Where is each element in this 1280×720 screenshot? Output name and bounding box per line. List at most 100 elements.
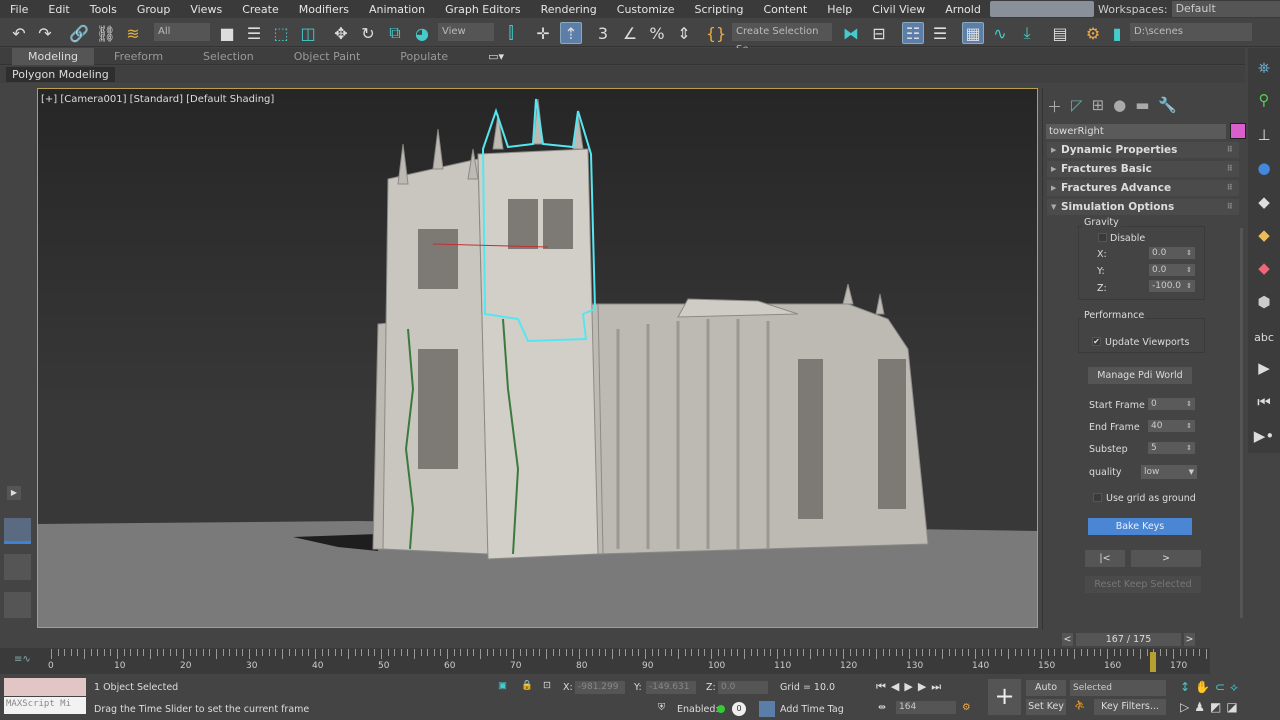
menu-content[interactable]: Content — [753, 3, 817, 16]
ribbon-options-icon[interactable]: ▭▾ — [468, 50, 524, 63]
reference-coord-dropdown[interactable]: View — [438, 23, 494, 41]
absolute-mode-icon[interactable]: ⊡ — [543, 680, 551, 691]
link-icon[interactable]: 🔗 — [68, 22, 90, 44]
redo-icon[interactable]: ↷ — [34, 22, 56, 44]
x-coordinate[interactable]: -981.299 — [575, 681, 625, 694]
play-settings-icon[interactable]: ▶ — [1252, 356, 1276, 380]
reset-keep-selected-button[interactable]: Reset Keep Selected — [1085, 576, 1201, 593]
menu-graph-editors[interactable]: Graph Editors — [435, 3, 531, 16]
bind-spacewarp-icon[interactable]: ≋ — [122, 22, 144, 44]
spinner-snap-icon[interactable]: ⇕ — [673, 22, 695, 44]
polygon-modeling-label[interactable]: Polygon Modeling — [6, 67, 115, 82]
playback-controls[interactable]: ⏮◀▶▶⏭ — [876, 680, 946, 694]
menu-help[interactable]: Help — [817, 3, 862, 16]
motion-tab-icon[interactable]: ● — [1113, 96, 1126, 117]
time-next-button[interactable]: > — [1184, 633, 1195, 646]
y-coordinate[interactable]: -149.631 — [646, 681, 696, 694]
next-button[interactable]: > — [1131, 550, 1201, 567]
selection-filter-dropdown[interactable]: All — [154, 23, 210, 41]
key-mode-dropdown[interactable]: Selected — [1070, 680, 1166, 696]
project-folder-dropdown[interactable]: D:\scenes — [1130, 23, 1252, 41]
end-frame-spinner[interactable]: 40 ⇕ — [1148, 420, 1195, 432]
tab-selection[interactable]: Selection — [183, 50, 274, 63]
menu-file[interactable]: File — [0, 3, 38, 16]
set-key-button[interactable]: Set Key — [1026, 699, 1066, 715]
manipulate-icon[interactable]: ✛ — [532, 22, 554, 44]
maxscript-input[interactable]: MAXScript Mi — [4, 697, 86, 714]
time-counter[interactable]: 167 / 175 — [1076, 633, 1181, 646]
maxscript-listener-output[interactable] — [4, 678, 86, 696]
rotate-icon[interactable]: ↻ — [357, 22, 379, 44]
lock-icon[interactable]: 🔒 — [521, 680, 533, 691]
keyboard-shortcut-toggle-icon[interactable]: ⇡ — [560, 22, 582, 44]
first-frame-button[interactable]: |< — [1085, 550, 1125, 567]
fracture-icon[interactable]: ◆ — [1252, 190, 1276, 214]
time-slider-thumb[interactable] — [1150, 652, 1157, 672]
toggle-ribbon-icon[interactable]: ▦ — [962, 22, 984, 44]
viewport-label[interactable]: [+] [Camera001] [Standard] [Default Shad… — [41, 94, 274, 105]
substep-spinner[interactable]: 5 ⇕ — [1148, 442, 1195, 454]
angle-snap-icon[interactable]: ∠ — [619, 22, 641, 44]
rendered-frame-icon[interactable]: ▮ — [1106, 22, 1128, 44]
viewport-nav-icons-2[interactable]: ▷♟◩◪ — [1180, 700, 1243, 714]
set-key-big-button[interactable]: + — [988, 679, 1021, 715]
scene-explorer-icon[interactable]: ☷ — [902, 22, 924, 44]
key-mode-icon[interactable]: ⇹ — [878, 702, 886, 713]
start-frame-spinner[interactable]: 0 ⇕ — [1148, 398, 1195, 410]
pivot-icon[interactable]: ⫿ — [500, 22, 522, 44]
auto-key-button[interactable]: Auto Key — [1026, 680, 1066, 709]
display-tab-icon[interactable]: ▬ — [1135, 96, 1149, 117]
scale-icon[interactable]: ⧉ — [384, 22, 406, 44]
rollout-fractures-basic[interactable]: ▶ Fractures Basic ⠿ — [1047, 161, 1239, 177]
quality-dropdown[interactable]: low ▼ — [1141, 465, 1197, 479]
menu-create[interactable]: Create — [232, 3, 289, 16]
schematic-view-icon[interactable]: ⤓ — [1016, 22, 1038, 44]
unlink-icon[interactable]: ⛓ — [95, 22, 117, 44]
hierarchy-tab-icon[interactable]: ⊞ — [1092, 96, 1105, 117]
time-tag-icon[interactable] — [759, 701, 775, 717]
ground-icon[interactable]: ⊥ — [1252, 123, 1276, 147]
rect-selection-icon[interactable]: ⬚ — [270, 22, 292, 44]
render-setup-icon[interactable]: ⚙ — [1082, 22, 1104, 44]
edit-named-selection-icon[interactable]: {} — [705, 22, 727, 44]
add-time-tag[interactable]: Add Time Tag — [780, 704, 844, 715]
snaps-toggle-icon[interactable]: 3 — [592, 22, 614, 44]
menu-scripting[interactable]: Scripting — [685, 3, 754, 16]
play-dot-icon[interactable]: ▶• — [1252, 424, 1276, 448]
menu-civil-view[interactable]: Civil View — [862, 3, 935, 16]
object-color-swatch[interactable] — [1230, 123, 1246, 139]
abc-icon[interactable]: abc — [1252, 326, 1276, 350]
named-selection-dropdown[interactable]: Create Selection Se — [732, 23, 832, 55]
rollout-simulation-options[interactable]: ▼ Simulation Options ⠿ — [1047, 199, 1239, 215]
utilities-tab-icon[interactable]: 🔧 — [1158, 96, 1177, 117]
modify-tab-icon[interactable]: ◸ — [1071, 96, 1083, 117]
viewport-nav-icons[interactable]: ↕✋⊂⟡ — [1180, 680, 1243, 695]
z-coordinate[interactable]: 0.0 — [718, 681, 768, 694]
menu-animation[interactable]: Animation — [359, 3, 435, 16]
tab-populate[interactable]: Populate — [380, 50, 468, 63]
gravity-disable-checkbox[interactable] — [1098, 233, 1107, 242]
current-frame-field[interactable]: 164 — [896, 701, 956, 714]
layout-tab[interactable] — [4, 554, 31, 580]
isolate-icon[interactable]: ▣ — [498, 680, 507, 691]
select-object-icon[interactable]: ■ — [216, 22, 238, 44]
menu-group[interactable]: Group — [127, 3, 181, 16]
use-grid-checkbox[interactable] — [1093, 493, 1102, 502]
rollout-dynamic-properties[interactable]: ▶ Dynamic Properties ⠿ — [1047, 142, 1239, 158]
pin-icon[interactable]: ⚲ — [1252, 88, 1276, 112]
tab-modeling[interactable]: Modeling — [12, 47, 95, 65]
layout-tab[interactable] — [4, 592, 31, 618]
expand-icon[interactable]: ▶ — [7, 486, 21, 500]
gravity-z-spinner[interactable]: -100.0 ⇕ — [1149, 280, 1195, 292]
undo-icon[interactable]: ↶ — [8, 22, 30, 44]
gravity-y-spinner[interactable]: 0.0 ⇕ — [1149, 264, 1195, 276]
object-name-field[interactable]: towerRight — [1046, 124, 1226, 139]
window-crossing-icon[interactable]: ◫ — [297, 22, 319, 44]
rollout-fractures-advance[interactable]: ▶ Fractures Advance ⠿ — [1047, 180, 1239, 196]
sphere-icon[interactable]: ● — [1252, 156, 1276, 180]
menu-rendering[interactable]: Rendering — [531, 3, 607, 16]
menu-edit[interactable]: Edit — [38, 3, 79, 16]
manage-pdi-world-button[interactable]: Manage Pdi World — [1088, 367, 1192, 384]
placement-icon[interactable]: ◕ — [411, 22, 433, 44]
time-prev-button[interactable]: < — [1062, 633, 1073, 646]
